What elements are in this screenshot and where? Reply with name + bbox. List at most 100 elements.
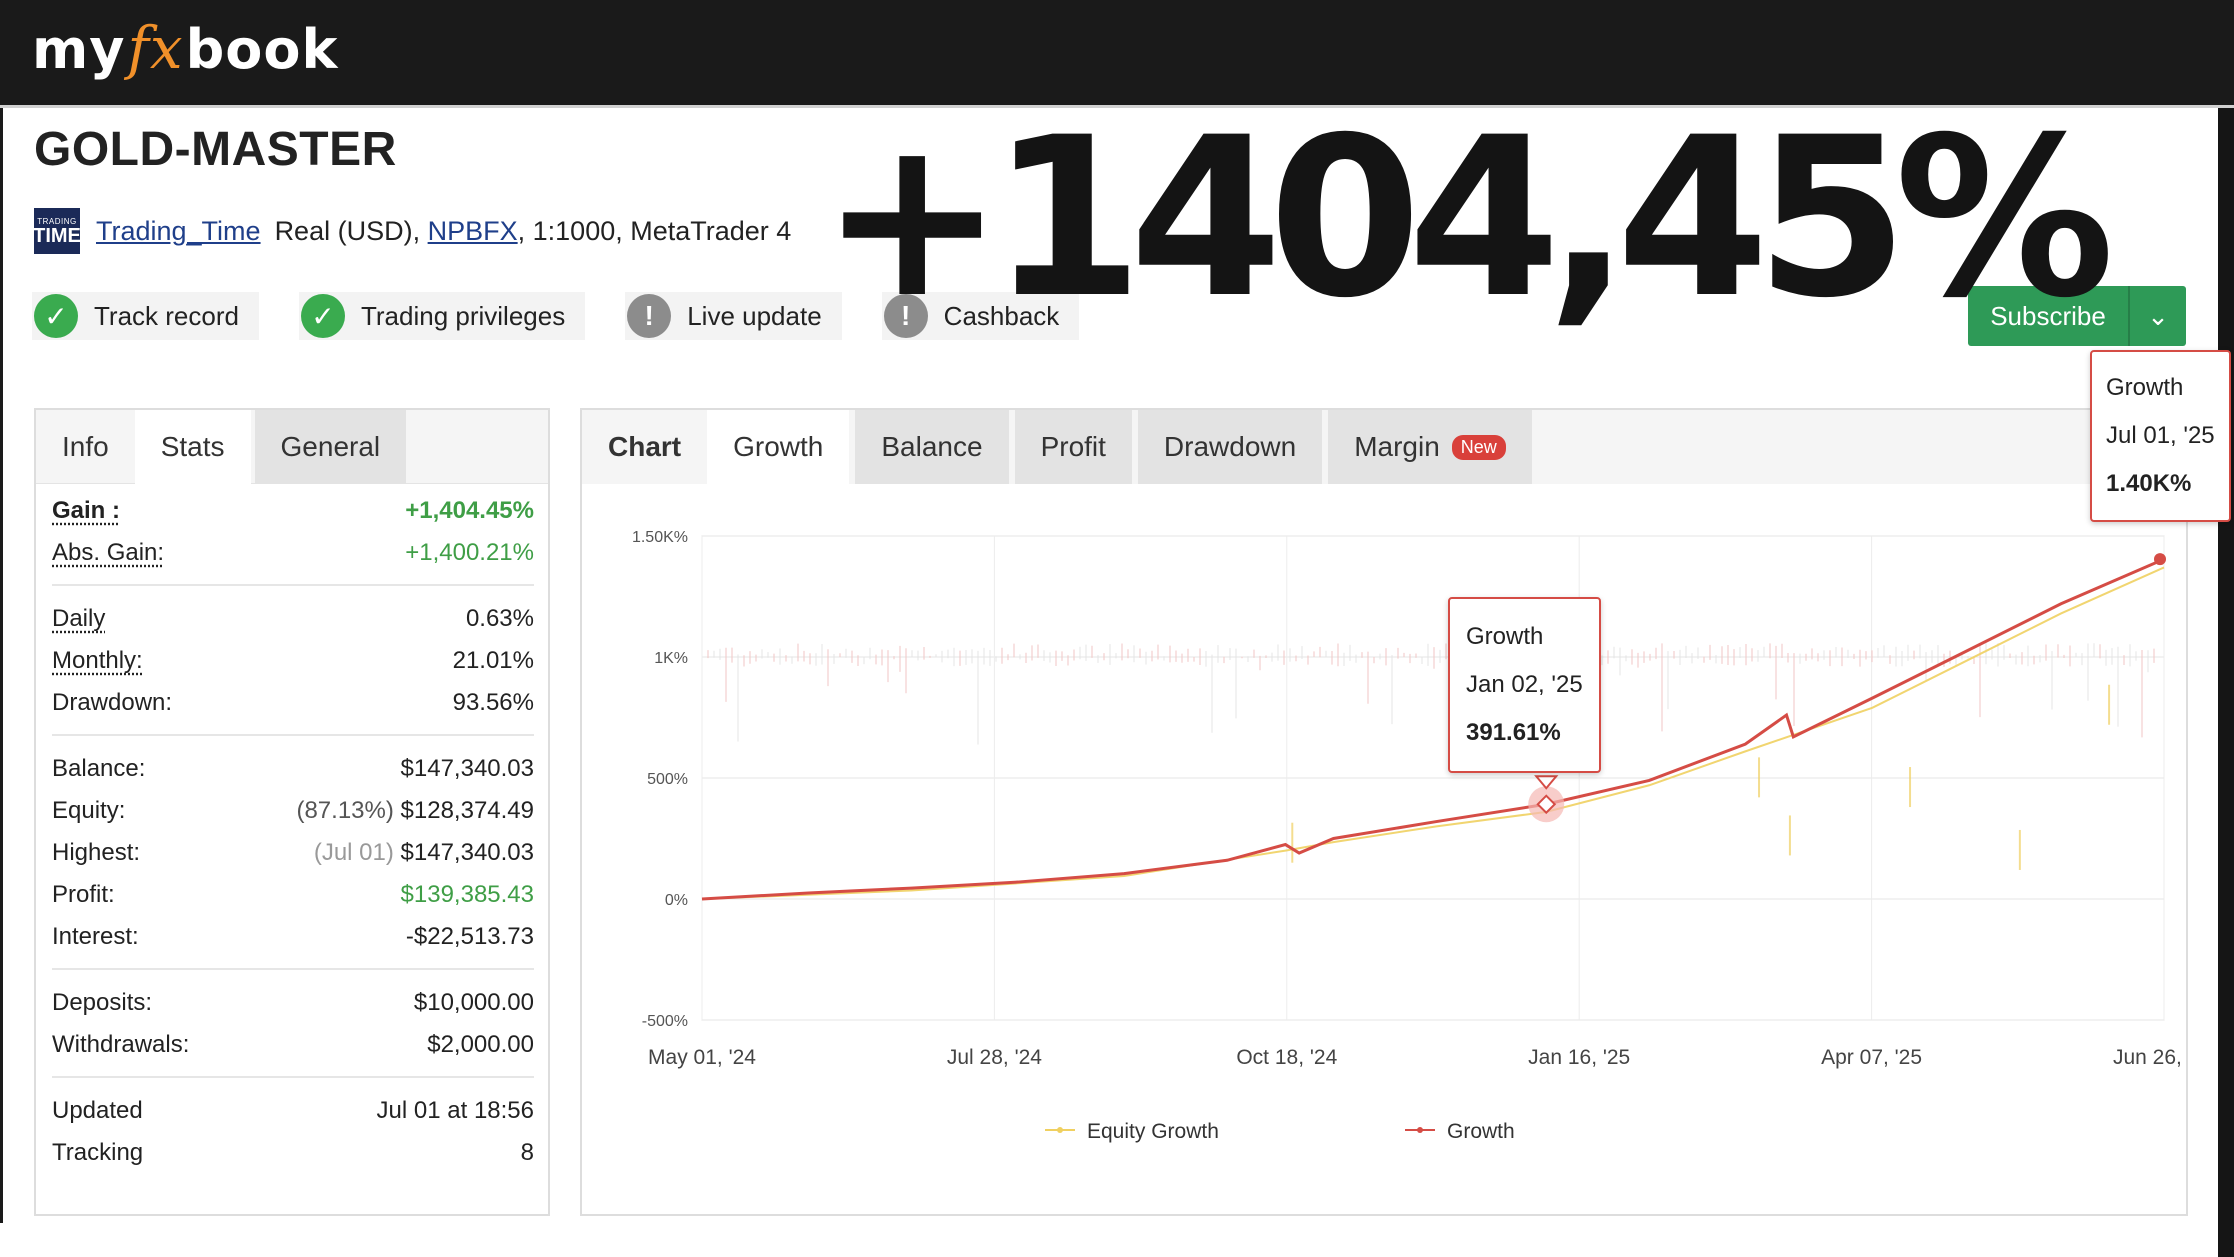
left-border: [0, 108, 3, 1223]
stat-interest: Interest: -$22,513.73: [52, 916, 534, 958]
y-tick-label: 500%: [647, 771, 688, 788]
stat-label: Deposits:: [52, 989, 153, 1016]
tooltip-value: 1.40K%: [2106, 470, 2192, 497]
check-icon: ✓: [34, 294, 78, 338]
y-tick-label: 0%: [665, 892, 688, 909]
stat-value: $2,000.00: [427, 1031, 534, 1058]
stat-label[interactable]: Monthly:: [52, 647, 143, 675]
stat-label: Tracking: [52, 1139, 144, 1166]
growth-chart[interactable]: 1.50K% 1K% 500% 0% -500% May 01, '24 Jul 28, '…: [582, 410, 2186, 1214]
badge-trading-privileges[interactable]: ✓ Trading privileges: [298, 292, 586, 340]
account-leverage: , 1:1000: [517, 215, 616, 246]
trading-time-logo: TRADING TIME: [33, 208, 81, 254]
tab-general[interactable]: General: [254, 410, 407, 484]
logo-book: book: [185, 18, 339, 81]
stats-panel: Info Stats General Gain : +1,404.45% Abs…: [34, 408, 550, 1216]
stat-note: (87.13%): [296, 797, 394, 824]
stat-value: 0.63%: [465, 605, 534, 632]
stat-updated: Updated Jul 01 at 18:56: [52, 1090, 534, 1132]
stat-value: -$22,513.73: [405, 923, 534, 950]
stat-label: Updated: [52, 1097, 143, 1124]
y-tick-label: 1K%: [654, 650, 688, 667]
stat-label[interactable]: Gain :: [52, 497, 120, 525]
chart-panel: Chart Growth Balance Profit Drawdown Mar…: [580, 408, 2188, 1216]
x-tick-label: May 01, '24: [648, 1046, 756, 1069]
stat-label: Drawdown:: [52, 689, 173, 716]
stats-tabs: Info Stats General: [36, 410, 548, 484]
stat-value: $128,374.49: [400, 797, 534, 824]
tooltip-date: Jul 01, '25: [2106, 422, 2215, 449]
last-point-marker: [2154, 553, 2166, 566]
stat-withdrawals: Withdrawals: $2,000.00: [52, 1024, 534, 1066]
y-tick-label: -500%: [642, 1013, 688, 1030]
stat-label: Equity:: [52, 797, 126, 824]
broker-link[interactable]: NPBFX: [428, 216, 518, 247]
x-tick-label: Apr 07, '25: [1821, 1046, 1922, 1069]
stat-label: Withdrawals:: [52, 1031, 190, 1058]
badge-label: Trading privileges: [360, 300, 566, 331]
stat-value-group: (Jul 01) $147,340.03: [314, 839, 534, 867]
big-gain-overlay: +1404,45%: [820, 90, 2115, 346]
x-tick-label: Jun 26, '25: [2113, 1046, 2186, 1069]
check-icon: ✓: [300, 294, 345, 338]
stat-value: $147,340.03: [400, 839, 534, 866]
stat-label: Profit:: [52, 881, 115, 908]
stat-value: $147,340.03: [400, 755, 534, 782]
logo-my: my: [32, 18, 126, 81]
stat-value: $10,000.00: [413, 989, 534, 1016]
stat-label: Interest:: [52, 923, 139, 950]
tab-info[interactable]: Info: [36, 410, 135, 484]
stat-value: +1,404.45%: [405, 497, 534, 524]
stat-tracking: Tracking 8: [52, 1132, 534, 1174]
stat-drawdown: Drawdown: 93.56%: [52, 682, 534, 724]
x-tick-label: Oct 18, '24: [1236, 1046, 1337, 1069]
stat-label[interactable]: Abs. Gain:: [52, 539, 164, 567]
stat-abs-gain: Abs. Gain: +1,400.21%: [52, 532, 534, 574]
stat-value: Jul 01 at 18:56: [376, 1097, 534, 1124]
legend-growth-label: Growth: [1447, 1120, 1515, 1143]
stat-profit: Profit: $139,385.43: [52, 874, 534, 916]
account-info-line: TRADING TIME Trading_Time Real (USD), NP…: [33, 206, 792, 256]
tab-stats[interactable]: Stats: [134, 410, 251, 484]
myfxbook-logo[interactable]: myfxbook: [32, 14, 338, 82]
badge-live-update[interactable]: ! Live update: [625, 292, 842, 340]
legend-growth-dot: [1417, 1127, 1423, 1133]
stat-label: Balance:: [52, 755, 146, 782]
x-tick-label: Jan 16, '25: [1528, 1046, 1630, 1069]
stat-value: +1,400.21%: [405, 539, 534, 566]
stat-deposits: Deposits: $10,000.00: [52, 982, 534, 1024]
legend-equity-label: Equity Growth: [1087, 1120, 1219, 1143]
stat-note: (Jul 01): [313, 839, 394, 866]
badge-track-record[interactable]: ✓ Track record: [32, 292, 259, 340]
stat-value: 21.01%: [452, 647, 534, 674]
tooltip-date: Jan 02, '25: [1466, 671, 1583, 698]
chevron-down-icon[interactable]: ⌄: [2128, 286, 2186, 346]
account-type: Real (USD),: [274, 215, 421, 246]
owner-link[interactable]: Trading_Time: [96, 216, 261, 247]
stat-value-group: (87.13%) $128,374.49: [296, 797, 534, 825]
stat-value: 8: [520, 1139, 534, 1166]
tooltip-jul-01: Growth Jul 01, '25 1.40K%: [2090, 350, 2231, 522]
account-platform: , MetaTrader 4: [615, 215, 792, 246]
stat-list: Gain : +1,404.45% Abs. Gain: +1,400.21% …: [36, 484, 548, 1174]
logo-big-text: TIME: [33, 224, 81, 247]
page-title: GOLD-MASTER: [34, 123, 397, 176]
stat-monthly: Monthly: 21.01%: [52, 640, 534, 682]
tooltip-series: Growth: [2106, 374, 2184, 401]
badge-label: Live update: [687, 300, 822, 331]
divider: [52, 734, 534, 736]
logo-fx: fx: [127, 14, 184, 82]
divider: [52, 968, 534, 970]
divider: [52, 584, 534, 586]
stat-label: Highest:: [52, 839, 141, 866]
stat-gain: Gain : +1,404.45%: [52, 490, 534, 532]
stat-highest: Highest: (Jul 01) $147,340.03: [52, 832, 534, 874]
exclamation-icon: !: [627, 294, 672, 338]
stat-label[interactable]: Daily: [52, 605, 105, 633]
stat-daily: Daily 0.63%: [52, 598, 534, 640]
stat-balance: Balance: $147,340.03: [52, 748, 534, 790]
stat-equity: Equity: (87.13%) $128,374.49: [52, 790, 534, 832]
divider: [52, 1076, 534, 1078]
x-tick-label: Jul 28, '24: [947, 1046, 1042, 1069]
y-tick-label: 1.50K%: [632, 529, 688, 546]
